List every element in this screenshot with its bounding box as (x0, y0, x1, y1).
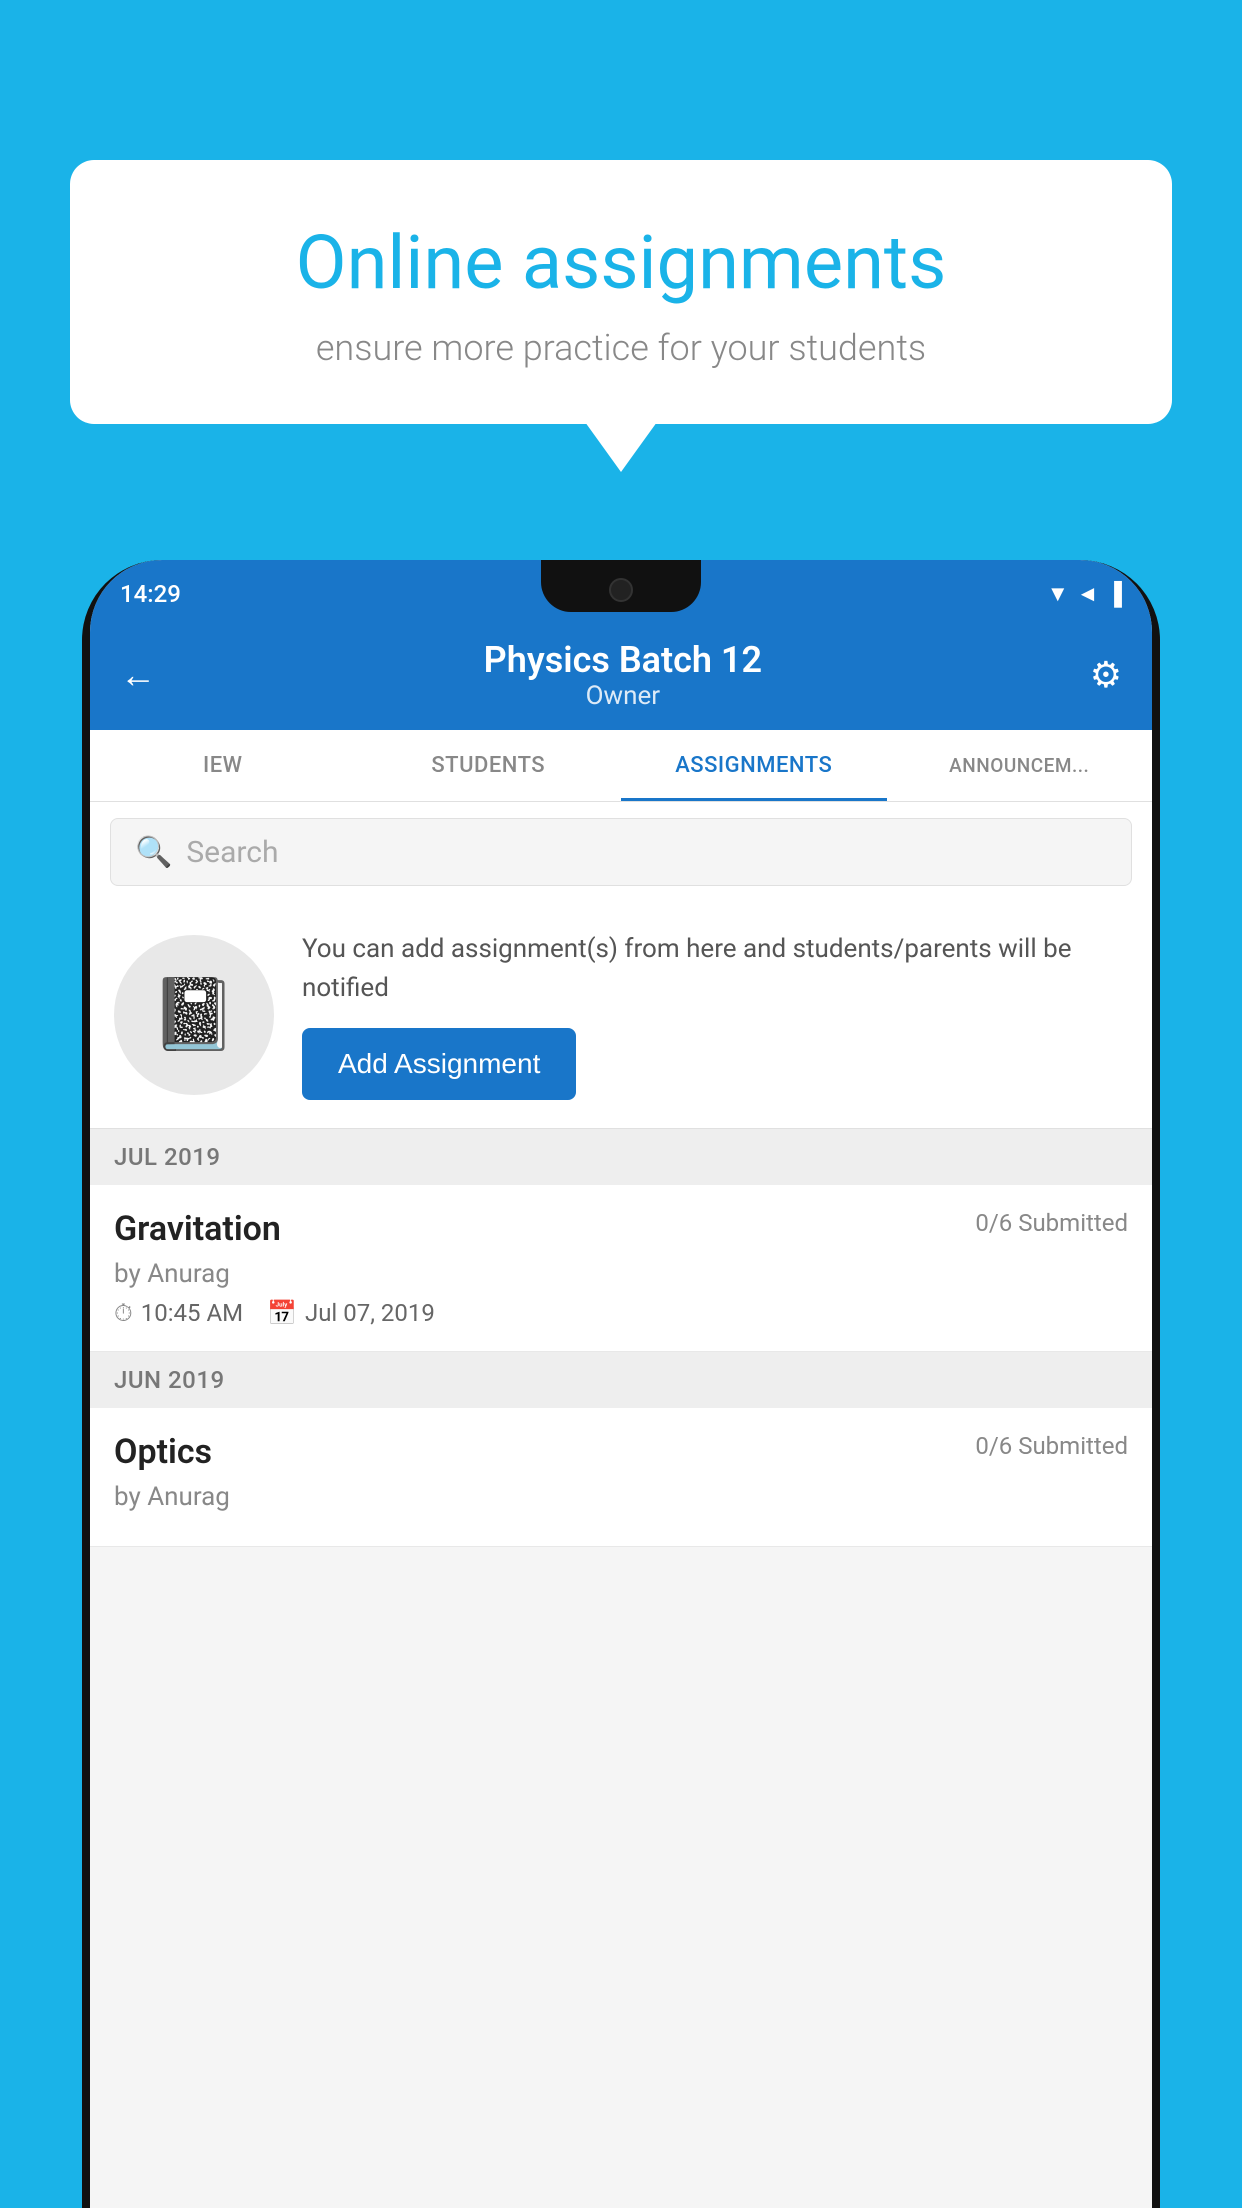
assignment-submitted-gravitation: 0/6 Submitted (975, 1209, 1128, 1237)
speech-bubble-subtitle: ensure more practice for your students (140, 327, 1102, 369)
calendar-icon: 📅 (267, 1299, 297, 1327)
assignment-item-optics[interactable]: Optics 0/6 Submitted by Anurag (90, 1408, 1152, 1547)
assignment-title-gravitation: Gravitation (114, 1209, 281, 1249)
search-input[interactable]: Search (186, 835, 278, 870)
add-assignment-button[interactable]: Add Assignment (302, 1028, 576, 1100)
month-divider-jul: JUL 2019 (90, 1129, 1152, 1185)
assignment-author-gravitation: by Anurag (114, 1259, 1128, 1289)
search-container: 🔍 Search (90, 802, 1152, 902)
app-background: Online assignments ensure more practice … (0, 0, 1242, 2208)
search-bar[interactable]: 🔍 Search (110, 818, 1132, 886)
assignment-header-optics: Optics 0/6 Submitted (114, 1432, 1128, 1472)
back-button[interactable]: ← (120, 654, 156, 696)
speech-bubble-title: Online assignments (140, 220, 1102, 307)
battery-icon: ▐ (1106, 581, 1122, 607)
phone-screen: 14:29 ▼ ◄ ▐ ← Physics Batch 12 Owner ⚙ I… (90, 560, 1152, 2208)
assignment-details-gravitation: ⏱ 10:45 AM 📅 Jul 07, 2019 (114, 1299, 1128, 1327)
signal-icon: ◄ (1077, 581, 1099, 607)
tab-iew[interactable]: IEW (90, 730, 356, 801)
search-icon: 🔍 (135, 835, 172, 870)
month-divider-jun: JUN 2019 (90, 1352, 1152, 1408)
phone-notch (541, 560, 701, 612)
assignment-item-gravitation[interactable]: Gravitation 0/6 Submitted by Anurag ⏱ 10… (90, 1185, 1152, 1352)
header-title-subtitle: Owner (156, 681, 1090, 711)
assignment-title-optics: Optics (114, 1432, 212, 1472)
assignment-icon: 📓 (150, 974, 237, 1056)
app-header: ← Physics Batch 12 Owner ⚙ (90, 620, 1152, 730)
clock-icon: ⏱ (114, 1299, 133, 1327)
tabs-bar: IEW STUDENTS ASSIGNMENTS ANNOUNCEM... (90, 730, 1152, 802)
month-label-jun: JUN 2019 (114, 1366, 225, 1394)
promo-content: You can add assignment(s) from here and … (302, 930, 1128, 1100)
speech-bubble-container: Online assignments ensure more practice … (70, 160, 1172, 424)
assignment-time-gravitation: ⏱ 10:45 AM (114, 1299, 243, 1327)
tab-assignments[interactable]: ASSIGNMENTS (621, 730, 887, 801)
month-label-jul: JUL 2019 (114, 1143, 221, 1171)
time-value-gravitation: 10:45 AM (141, 1299, 243, 1327)
assignment-author-optics: by Anurag (114, 1482, 1128, 1512)
status-time: 14:29 (120, 580, 181, 608)
promo-text: You can add assignment(s) from here and … (302, 930, 1128, 1008)
settings-icon[interactable]: ⚙ (1090, 654, 1122, 696)
status-icons: ▼ ◄ ▐ (1047, 581, 1122, 607)
header-title-block: Physics Batch 12 Owner (156, 639, 1090, 711)
wifi-icon: ▼ (1047, 581, 1069, 607)
assignment-date-gravitation: 📅 Jul 07, 2019 (267, 1299, 435, 1327)
assignment-header-gravitation: Gravitation 0/6 Submitted (114, 1209, 1128, 1249)
assignment-submitted-optics: 0/6 Submitted (975, 1432, 1128, 1460)
add-assignment-promo: 📓 You can add assignment(s) from here an… (90, 902, 1152, 1129)
promo-icon-circle: 📓 (114, 935, 274, 1095)
speech-bubble: Online assignments ensure more practice … (70, 160, 1172, 424)
date-value-gravitation: Jul 07, 2019 (305, 1299, 435, 1327)
tab-announcements[interactable]: ANNOUNCEM... (887, 730, 1153, 801)
phone-frame: 14:29 ▼ ◄ ▐ ← Physics Batch 12 Owner ⚙ I… (82, 560, 1160, 2208)
header-title-main: Physics Batch 12 (156, 639, 1090, 681)
tab-students[interactable]: STUDENTS (356, 730, 622, 801)
phone-camera (609, 578, 633, 602)
